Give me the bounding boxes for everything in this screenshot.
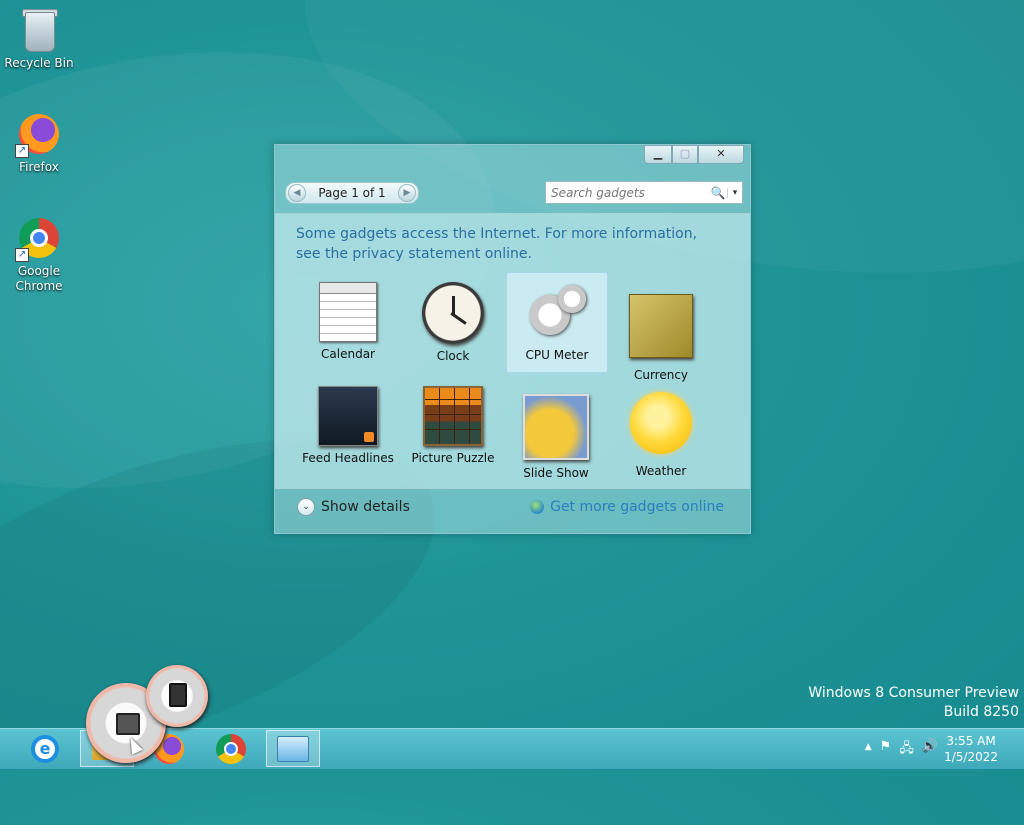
search-input[interactable] [546,184,709,201]
gadget-picture-puzzle[interactable]: Picture Puzzle [403,378,503,476]
caption-buttons: ▁ ▢ ✕ [644,145,744,164]
gadget-slide-show[interactable]: Slide Show [506,378,606,480]
desktop-icon-firefox[interactable]: ↗ Firefox [4,110,74,175]
get-more-gadgets-label: Get more gadgets online [550,499,724,515]
volume-icon[interactable]: 🔊 [922,739,938,761]
picture-puzzle-icon [423,386,483,446]
currency-icon [629,294,693,358]
gadget-label: Clock [436,349,470,363]
maximize-button[interactable]: ▢ [672,145,698,164]
gadgets-icon [277,735,309,762]
search-dropdown-button[interactable]: ▾ [727,187,742,198]
recycle-bin-icon [15,6,63,54]
calendar-icon [319,282,377,342]
desktop-icon-label: Firefox [19,160,59,174]
taskbar-gadgets[interactable] [266,730,320,767]
gadget-calendar[interactable]: Calendar [298,274,398,372]
firefox-icon: ↗ [15,110,63,158]
slide-show-icon [523,394,589,460]
network-icon[interactable]: 🖧 [899,739,914,761]
memory-gauge-icon [146,665,208,727]
gadget-label: CPU Meter [525,348,589,362]
taskbar-internet-explorer[interactable]: e [18,730,72,767]
minimize-button[interactable]: ▁ [644,145,672,164]
globe-icon [530,500,545,514]
feed-headlines-icon [318,386,378,446]
search-icon[interactable]: 🔍 [709,186,727,200]
gadget-label: Weather [635,464,687,478]
gadget-cpu-meter[interactable]: CPU Meter [506,272,608,373]
desktop-icon-label: Recycle Bin [4,56,74,70]
taskbar-chrome[interactable] [204,730,258,767]
gadget-weather[interactable]: Weather [611,378,711,478]
gadget-currency[interactable]: Currency [611,274,711,382]
page-navigator: ◀ Page 1 of 1 ▶ [285,182,419,204]
notification-area: ▲ ⚑ 🖧 🔊 [865,739,938,761]
cpu-meter-gadget-drag[interactable] [86,665,211,765]
close-button[interactable]: ✕ [698,145,744,164]
window-footer: ⌄ Show details Get more gadgets online [275,488,750,532]
watermark-line: Build 8250 [943,704,1019,720]
desktop-icon-label: Google Chrome [15,264,63,293]
privacy-notice[interactable]: Some gadgets access the Internet. For mo… [296,224,726,264]
page-label: Page 1 of 1 [318,186,386,200]
previous-page-button[interactable]: ◀ [288,184,306,202]
show-details-button[interactable]: ⌄ Show details [297,498,410,516]
chevron-down-icon: ⌄ [297,498,315,516]
clock-icon [422,282,484,344]
gadget-feed-headlines[interactable]: Feed Headlines [298,378,398,476]
shortcut-arrow-icon: ↗ [15,248,29,262]
get-more-gadgets-link[interactable]: Get more gadgets online [530,499,724,515]
clock-date: 1/5/2022 [944,750,998,764]
gadget-label: Picture Puzzle [411,451,495,465]
next-page-button[interactable]: ▶ [398,184,416,202]
gadget-list-area: Some gadgets access the Internet. For mo… [275,213,750,489]
shortcut-arrow-icon: ↗ [15,144,29,158]
internet-explorer-icon: e [31,734,59,763]
desktop-icon-google-chrome[interactable]: ↗ Google Chrome [4,214,74,294]
gadget-label: Slide Show [523,466,589,480]
gadget-label: Calendar [321,347,375,361]
cpu-meter-icon [526,281,588,343]
show-hidden-icons-button[interactable]: ▲ [865,739,872,761]
weather-icon [630,392,692,454]
watermark-line: Windows 8 Consumer Preview [808,685,1019,701]
show-details-label: Show details [321,499,410,515]
gadget-gallery-window: ▁ ▢ ✕ ◀ Page 1 of 1 ▶ 🔍 ▾ Some gadgets a… [274,144,751,534]
gadget-label: Feed Headlines [302,451,394,465]
os-watermark: Windows 8 Consumer Preview Build 8250 [808,684,1019,722]
desktop-icon-recycle-bin[interactable]: Recycle Bin [4,6,74,71]
clock-time: 3:55 AM [946,734,996,748]
chrome-icon: ↗ [15,214,63,262]
action-center-flag-icon[interactable]: ⚑ [880,739,892,761]
gadget-clock[interactable]: Clock [403,274,503,372]
search-box: 🔍 ▾ [545,181,743,204]
taskbar-clock[interactable]: 3:55 AM 1/5/2022 [944,733,998,765]
chrome-icon [216,733,246,764]
